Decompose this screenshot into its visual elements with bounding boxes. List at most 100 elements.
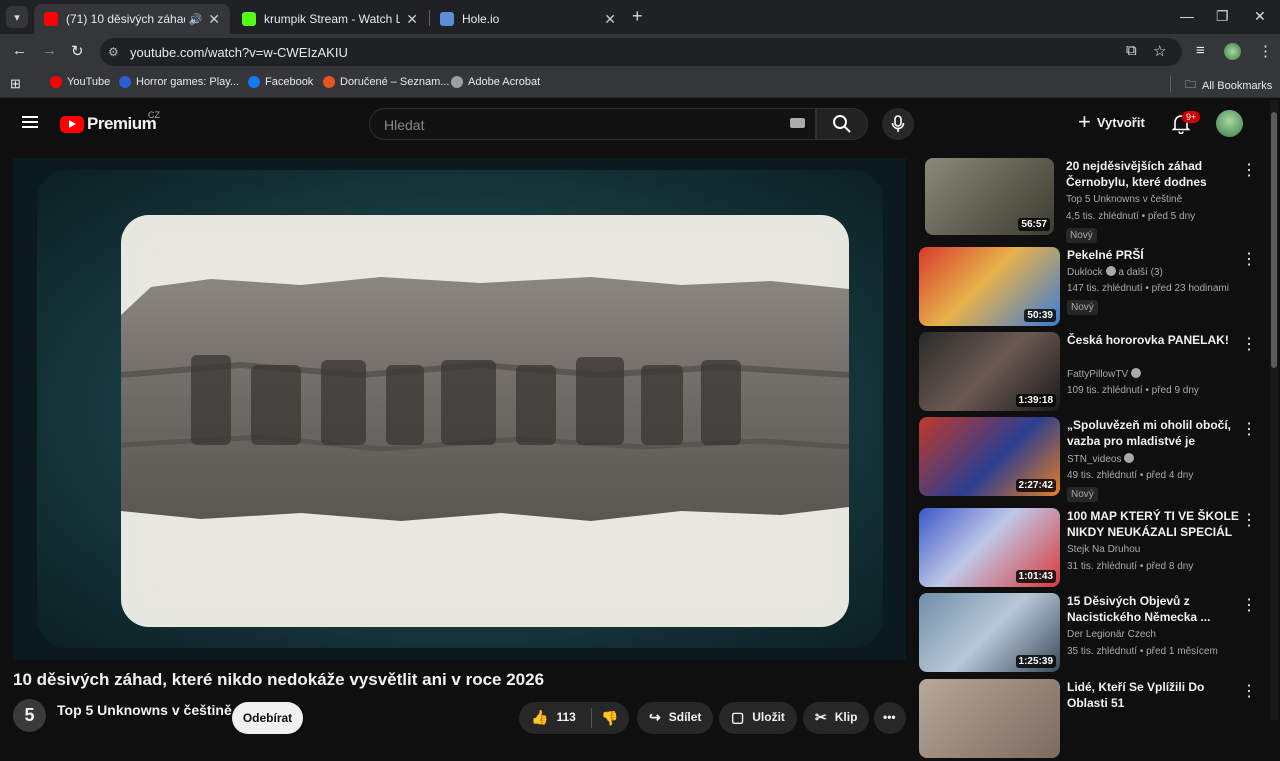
recommended-video[interactable]: 1:01:43 100 MAP KTERÝ TI VE ŠKOLE NIKDY N… <box>919 508 1269 590</box>
like-icon[interactable]: 👍 <box>531 710 548 724</box>
bookmark-seznam[interactable]: Doručené – Seznam... <box>323 76 449 88</box>
recommended-video[interactable]: 50:39 Pekelné PRŠÍ Duklock a další (3) 147 … <box>919 247 1269 329</box>
like-count[interactable]: 113 <box>556 710 575 724</box>
bookmark-label: Facebook <box>265 76 314 88</box>
verified-icon <box>1105 266 1116 276</box>
more-actions-button[interactable]: ••• <box>874 702 906 734</box>
new-tab-icon[interactable]: + <box>632 6 643 27</box>
close-tab-icon[interactable]: ✕ <box>604 11 616 28</box>
new-badge: Nový <box>1067 300 1098 315</box>
page-scrollbar[interactable] <box>1270 100 1278 720</box>
channel-name[interactable]: Top 5 Unknowns v češtině <box>57 702 232 718</box>
like-divider <box>591 708 592 728</box>
video-meta: 31 tis. zhlédnutí • před 8 dny <box>1067 561 1194 572</box>
recommended-title[interactable]: „Spoluvězeň mi oholil obočí, vazba pro m… <box>1067 417 1239 449</box>
forward-icon[interactable]: → <box>42 42 57 59</box>
more-options-icon[interactable]: ⋮ <box>1241 510 1257 530</box>
channel-avatar[interactable]: 5 <box>13 699 46 732</box>
recommended-channel[interactable]: Duklock a další (3) <box>1067 266 1163 278</box>
youtube-logo-icon <box>60 115 84 133</box>
keyboard-icon[interactable] <box>790 118 805 128</box>
video-player[interactable] <box>13 158 906 660</box>
tab-hole-io[interactable]: Hole.io ✕ <box>430 4 626 34</box>
recommended-video[interactable]: 56:57 20 nejděsivějších záhad Černobylu, … <box>925 158 1275 243</box>
speaker-icon[interactable]: 🔊 <box>189 13 203 26</box>
youtube-premium-logo[interactable]: Premium CZ <box>60 110 160 134</box>
bookmark-adobe-acrobat[interactable]: Adobe Acrobat <box>451 76 540 88</box>
video-thumbnail[interactable]: 1:39:18 <box>919 332 1060 411</box>
share-button[interactable]: ↪ Sdílet <box>637 702 714 734</box>
video-thumbnail[interactable]: 56:57 <box>925 158 1054 235</box>
video-thumbnail[interactable] <box>919 679 1060 758</box>
tab-search-button[interactable]: ▾ <box>6 6 28 28</box>
bookmark-star-icon[interactable]: ☆ <box>1153 42 1166 60</box>
tab-title: (71) 10 děsivých záhad, které <box>66 12 185 26</box>
recommended-title[interactable]: Pekelné PRŠÍ <box>1067 247 1239 263</box>
more-options-icon[interactable]: ⋮ <box>1241 595 1257 615</box>
recommended-video[interactable]: 1:39:18 Česká hororovka PANELAK! FattyPill… <box>919 332 1269 414</box>
scrollbar-thumb[interactable] <box>1271 112 1277 368</box>
recommended-channel[interactable]: Top 5 Unknowns v češtině <box>1066 194 1182 205</box>
tab-kick[interactable]: krumpik Stream - Watch Live on ✕ <box>232 4 428 34</box>
address-bar[interactable]: youtube.com/watch?v=w-CWEIzAKIU <box>100 38 1182 66</box>
dislike-icon[interactable]: 👎 <box>601 710 618 727</box>
like-dislike-group: 👍 113 👎 <box>519 702 629 734</box>
profile-avatar[interactable] <box>1224 43 1241 60</box>
more-options-icon[interactable]: ⋮ <box>1241 249 1257 269</box>
video-thumbnail[interactable]: 2:27:42 <box>919 417 1060 496</box>
bookmark-facebook[interactable]: Facebook <box>248 76 313 88</box>
video-thumbnail[interactable]: 50:39 <box>919 247 1060 326</box>
channel-label: Duklock <box>1067 267 1103 278</box>
more-options-icon[interactable]: ⋮ <box>1241 419 1257 439</box>
close-window-icon[interactable]: ✕ <box>1254 8 1266 25</box>
all-bookmarks[interactable]: 🗀 All Bookmarks <box>1185 76 1272 95</box>
verified-icon <box>1124 453 1135 463</box>
recommended-video[interactable]: Lidé, Kteří Se Vplížili Do Oblasti 51 ⋮ <box>919 679 1269 761</box>
apps-grid-icon[interactable]: ⊞ <box>10 76 21 92</box>
recommended-channel[interactable]: Stejk Na Druhou <box>1067 544 1140 555</box>
microphone-icon <box>891 115 905 132</box>
tab-youtube[interactable]: (71) 10 děsivých záhad, které 🔊 ✕ <box>34 4 230 34</box>
install-app-icon[interactable]: ⧉ <box>1126 42 1137 59</box>
video-duration: 56:57 <box>1018 218 1050 231</box>
recommended-title[interactable]: 15 Děsivých Objevů z Nacistického Německ… <box>1067 593 1239 625</box>
close-tab-icon[interactable]: ✕ <box>406 11 418 28</box>
subscribe-button[interactable]: Odebírat <box>232 702 303 734</box>
browser-menu-icon[interactable]: ⋮ <box>1258 42 1273 60</box>
site-settings-icon[interactable]: ⚙ <box>108 45 119 59</box>
recommended-channel[interactable]: Der Legionär Czech <box>1067 629 1156 640</box>
recommended-video[interactable]: 1:25:39 15 Děsivých Objevů z Nacistického… <box>919 593 1269 675</box>
more-options-icon[interactable]: ⋮ <box>1241 160 1257 180</box>
channel-label: Top 5 Unknowns v češtině <box>1066 194 1183 205</box>
clip-button[interactable]: ✂ Klip <box>803 702 870 734</box>
bookmark-label: Adobe Acrobat <box>468 76 541 88</box>
recommended-channel[interactable]: STN_videos <box>1067 453 1135 465</box>
recommended-video[interactable]: 2:27:42 „Spoluvězeň mi oholil obočí, vazb… <box>919 417 1269 502</box>
restore-icon[interactable]: ❐ <box>1216 8 1229 25</box>
bookmark-horror-games[interactable]: Horror games: Play... <box>119 76 239 88</box>
media-control-icon[interactable]: ≡ <box>1196 42 1205 59</box>
save-button[interactable]: ▢ Uložit <box>719 702 797 734</box>
close-tab-icon[interactable]: ✕ <box>208 11 220 28</box>
search-button[interactable] <box>816 108 868 140</box>
youtube-header: Premium CZ Hledat + Vytvořit 9+ <box>0 100 1280 148</box>
voice-search-button[interactable] <box>882 108 914 140</box>
recommended-channel[interactable]: FattyPillowTV <box>1067 368 1142 380</box>
minimize-icon[interactable]: — <box>1180 8 1194 24</box>
recommended-title[interactable]: 100 MAP KTERÝ TI VE ŠKOLE NIKDY NEUKÁZAL… <box>1067 508 1239 540</box>
recommended-title[interactable]: Lidé, Kteří Se Vplížili Do Oblasti 51 <box>1067 679 1239 711</box>
back-icon[interactable]: ← <box>12 42 27 59</box>
menu-icon[interactable] <box>22 116 38 128</box>
bookmark-label: YouTube <box>67 76 111 88</box>
search-input[interactable]: Hledat <box>369 108 816 140</box>
create-button[interactable]: + Vytvořit <box>1078 111 1145 133</box>
reload-icon[interactable]: ↻ <box>71 42 84 60</box>
more-options-icon[interactable]: ⋮ <box>1241 334 1257 354</box>
video-thumbnail[interactable]: 1:25:39 <box>919 593 1060 672</box>
bookmark-youtube[interactable]: YouTube <box>50 76 110 88</box>
account-avatar[interactable] <box>1216 110 1243 137</box>
video-thumbnail[interactable]: 1:01:43 <box>919 508 1060 587</box>
recommended-title[interactable]: 20 nejděsivějších záhad Černobylu, které… <box>1066 158 1238 190</box>
recommended-title[interactable]: Česká hororovka PANELAK! <box>1067 332 1239 348</box>
more-options-icon[interactable]: ⋮ <box>1241 681 1257 701</box>
